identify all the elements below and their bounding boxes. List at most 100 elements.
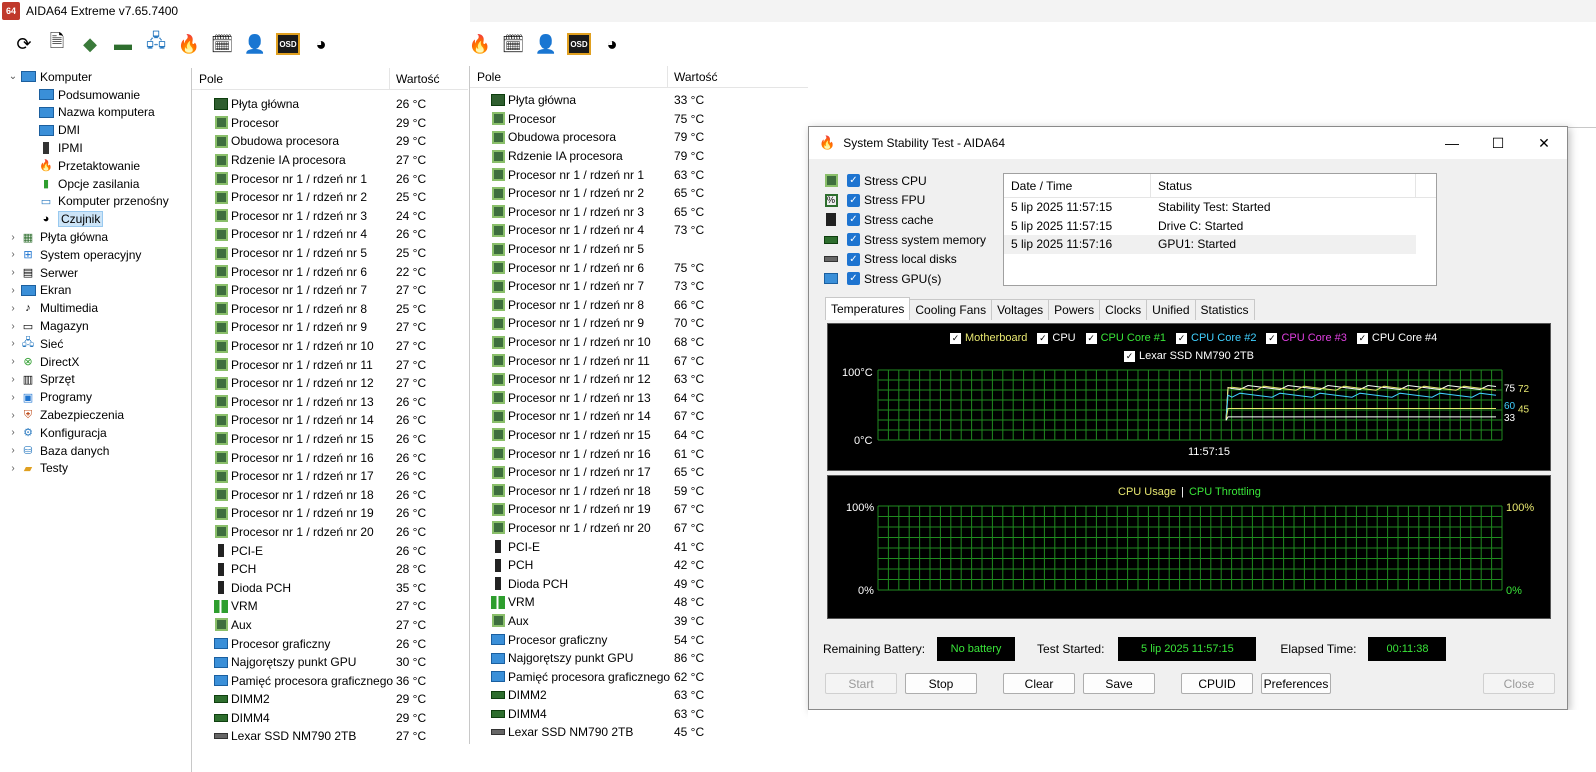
tab-temperatures[interactable]: Temperatures: [825, 297, 911, 320]
table-row[interactable]: Rdzenie IA procesora 79 °C: [470, 147, 809, 166]
chevron-right-icon[interactable]: ›: [6, 267, 20, 278]
checkbox[interactable]: ✓: [847, 174, 860, 188]
stress-option[interactable]: % ✓ Stress FPU: [823, 191, 986, 211]
log-row[interactable]: 5 lip 2025 11:57:15 Stability Test: Start…: [1004, 198, 1436, 217]
table-row[interactable]: Procesor nr 1 / rdzeń nr 11 67 °C: [470, 351, 809, 370]
table-row[interactable]: Procesor nr 1 / rdzeń nr 1 26 °C: [192, 169, 468, 188]
table-row[interactable]: Procesor nr 1 / rdzeń nr 6 22 °C: [192, 262, 468, 281]
tree-item[interactable]: DMI: [0, 121, 190, 139]
tree-item[interactable]: 🔥 Przetaktowanie: [0, 157, 190, 175]
tree-item[interactable]: › ⊞ System operacyjny: [0, 246, 190, 264]
flame-icon[interactable]: 🔥: [468, 32, 492, 56]
user-tool-icon[interactable]: 👤: [534, 32, 558, 56]
table-row[interactable]: Procesor nr 1 / rdzeń nr 11 27 °C: [192, 355, 468, 374]
table-row[interactable]: Procesor nr 1 / rdzeń nr 3 24 °C: [192, 207, 468, 226]
tree-item[interactable]: › ⊗ DirectX: [0, 353, 190, 371]
column-header-status[interactable]: Status: [1151, 174, 1416, 197]
table-row[interactable]: Procesor nr 1 / rdzeń nr 17 65 °C: [470, 463, 809, 482]
table-row[interactable]: Procesor nr 1 / rdzeń nr 10 27 °C: [192, 337, 468, 356]
column-header-value[interactable]: Wartość: [390, 72, 440, 86]
tree-item[interactable]: › ▭ Magazyn: [0, 317, 190, 335]
table-row[interactable]: Procesor nr 1 / rdzeń nr 9 27 °C: [192, 318, 468, 337]
chevron-right-icon[interactable]: ›: [6, 303, 20, 314]
table-row[interactable]: Procesor 29 °C: [192, 114, 468, 133]
minimize-button[interactable]: —: [1429, 127, 1475, 159]
memory-tool-icon[interactable]: ▬: [111, 32, 135, 56]
osd-icon[interactable]: OSD: [276, 33, 300, 55]
table-row[interactable]: Procesor nr 1 / rdzeń nr 9 70 °C: [470, 314, 809, 333]
table-row[interactable]: Procesor nr 1 / rdzeń nr 20 67 °C: [470, 519, 809, 538]
table-row[interactable]: Procesor nr 1 / rdzeń nr 13 26 °C: [192, 393, 468, 412]
table-row[interactable]: Procesor nr 1 / rdzeń nr 5 25 °C: [192, 244, 468, 263]
stress-option[interactable]: ✓ Stress system memory: [823, 230, 986, 250]
table-row[interactable]: Procesor nr 1 / rdzeń nr 12 27 °C: [192, 374, 468, 393]
calendar-tool-icon[interactable]: 🗓: [210, 32, 234, 56]
osd-icon[interactable]: OSD: [567, 33, 591, 55]
tree-item[interactable]: › ▤ Serwer: [0, 264, 190, 282]
column-header-date[interactable]: Date / Time: [1004, 174, 1151, 197]
table-row[interactable]: Płyta główna 26 °C: [192, 95, 468, 114]
table-row[interactable]: Lexar SSD NM790 2TB 45 °C: [470, 723, 809, 742]
close-window-button[interactable]: ✕: [1521, 127, 1567, 159]
preferences-button[interactable]: Preferences: [1261, 673, 1331, 694]
table-row[interactable]: Dioda PCH 49 °C: [470, 574, 809, 593]
table-row[interactable]: Procesor nr 1 / rdzeń nr 10 68 °C: [470, 333, 809, 352]
tree-item[interactable]: › ⚙ Konfiguracja: [0, 424, 190, 442]
table-row[interactable]: Obudowa procesora 29 °C: [192, 132, 468, 151]
tree-item[interactable]: › ▣ Programy: [0, 388, 190, 406]
table-row[interactable]: DIMM2 63 °C: [470, 686, 809, 705]
chevron-right-icon[interactable]: ›: [6, 445, 20, 456]
checkbox[interactable]: ✓: [847, 252, 860, 266]
table-row[interactable]: Procesor graficzny 54 °C: [470, 630, 809, 649]
close-button[interactable]: Close: [1483, 673, 1555, 694]
table-row[interactable]: Procesor nr 1 / rdzeń nr 7 27 °C: [192, 281, 468, 300]
stress-option[interactable]: ✓ Stress cache: [823, 210, 986, 230]
table-row[interactable]: Dioda PCH 35 °C: [192, 578, 468, 597]
table-row[interactable]: Procesor nr 1 / rdzeń nr 14 26 °C: [192, 411, 468, 430]
tree-item[interactable]: › ▥ Sprzęt: [0, 371, 190, 389]
refresh-icon[interactable]: ⟳: [12, 32, 36, 56]
column-header-field[interactable]: Pole: [470, 66, 668, 87]
gauge-icon[interactable]: ◕: [600, 32, 624, 56]
table-row[interactable]: Procesor nr 1 / rdzeń nr 13 64 °C: [470, 389, 809, 408]
table-row[interactable]: VRM 48 °C: [470, 593, 809, 612]
table-row[interactable]: PCI-E 41 °C: [470, 537, 809, 556]
table-row[interactable]: Procesor nr 1 / rdzeń nr 2 65 °C: [470, 184, 809, 203]
table-row[interactable]: Najgorętszy punkt GPU 86 °C: [470, 649, 809, 668]
table-row[interactable]: Procesor nr 1 / rdzeń nr 18 26 °C: [192, 485, 468, 504]
tree-item[interactable]: IPMI: [0, 139, 190, 157]
table-row[interactable]: DIMM4 29 °C: [192, 709, 468, 728]
tab-powers[interactable]: Powers: [1048, 299, 1101, 320]
cpuid-button[interactable]: CPUID: [1181, 673, 1253, 694]
chevron-right-icon[interactable]: ›: [6, 321, 20, 332]
chevron-right-icon[interactable]: ›: [6, 249, 20, 260]
table-row[interactable]: Procesor nr 1 / rdzeń nr 14 67 °C: [470, 407, 809, 426]
log-row[interactable]: 5 lip 2025 11:57:15 Drive C: Started: [1004, 217, 1436, 236]
table-row[interactable]: Rdzenie IA procesora 27 °C: [192, 151, 468, 170]
table-row[interactable]: Lexar SSD NM790 2TB 27 °C: [192, 727, 468, 746]
chevron-right-icon[interactable]: ›: [6, 356, 20, 367]
table-row[interactable]: Procesor nr 1 / rdzeń nr 20 26 °C: [192, 523, 468, 542]
gauge-icon[interactable]: ◕: [309, 32, 333, 56]
chevron-right-icon[interactable]: ›: [6, 392, 20, 403]
calendar-tool-icon[interactable]: 🗓: [501, 32, 525, 56]
table-row[interactable]: Procesor nr 1 / rdzeń nr 15 26 °C: [192, 430, 468, 449]
stress-option[interactable]: ✓ Stress GPU(s): [823, 269, 986, 289]
tree-item[interactable]: Nazwa komputera: [0, 104, 190, 122]
report-icon[interactable]: 🗎: [45, 31, 69, 56]
table-row[interactable]: Procesor nr 1 / rdzeń nr 18 59 °C: [470, 481, 809, 500]
tree-item[interactable]: › ⛁ Baza danych: [0, 442, 190, 460]
motherboard-tool-icon[interactable]: ◆: [78, 32, 102, 56]
table-row[interactable]: Procesor nr 1 / rdzeń nr 19 26 °C: [192, 504, 468, 523]
table-row[interactable]: DIMM2 29 °C: [192, 690, 468, 709]
checkbox[interactable]: ✓: [847, 233, 860, 247]
stress-option[interactable]: ✓ Stress local disks: [823, 249, 986, 269]
maximize-button[interactable]: ☐: [1475, 127, 1521, 159]
table-row[interactable]: Pamięć procesora graficznego 36 °C: [192, 671, 468, 690]
table-row[interactable]: Obudowa procesora 79 °C: [470, 128, 809, 147]
table-row[interactable]: Procesor nr 1 / rdzeń nr 17 26 °C: [192, 467, 468, 486]
table-row[interactable]: Procesor 75 °C: [470, 110, 809, 129]
table-row[interactable]: Procesor nr 1 / rdzeń nr 4 73 °C: [470, 221, 809, 240]
chevron-right-icon[interactable]: ›: [6, 285, 20, 296]
tree-item[interactable]: › Ekran: [0, 282, 190, 300]
